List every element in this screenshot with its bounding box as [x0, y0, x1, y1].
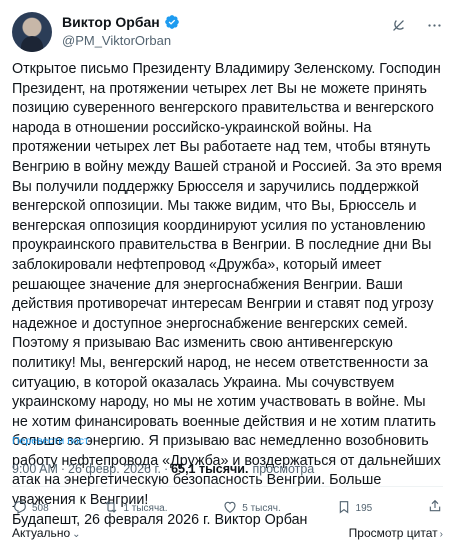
more-options-icon[interactable]: [425, 16, 443, 34]
views-count: 65,1 тысячи.: [171, 462, 249, 476]
avatar[interactable]: [12, 12, 52, 52]
repost-button[interactable]: 1 тысяча.: [103, 499, 168, 518]
like-button[interactable]: 5 тысяч.: [222, 499, 281, 518]
like-count: 5 тысяч.: [242, 502, 281, 514]
author-name-row: Виктор Орбан: [62, 14, 180, 30]
author-name[interactable]: Виктор Орбан: [62, 14, 160, 30]
post-meta: 9:00 AM · 26 февр. 2026 г. · 65,1 тысячи…: [12, 462, 314, 476]
grok-icon[interactable]: [389, 16, 407, 34]
translate-post-link[interactable]: Перевести пост: [12, 435, 89, 447]
post-footer: Актуально ⌄ Просмотр цитат ›: [12, 524, 443, 542]
reply-icon: [12, 499, 28, 518]
share-icon[interactable]: [427, 498, 443, 519]
reply-button[interactable]: 508: [12, 499, 49, 518]
views-label: просмотра: [252, 462, 315, 476]
bookmark-count: 195: [355, 502, 373, 514]
action-bar: 508 1 тысяча. 5 тысяч. 195: [12, 497, 443, 519]
post-header: Виктор Орбан @PM_ViktorOrban: [12, 12, 443, 52]
header-actions: [389, 16, 443, 34]
post-time[interactable]: 9:00 AM: [12, 462, 58, 476]
repost-icon: [103, 499, 119, 518]
author-handle[interactable]: @PM_ViktorOrban: [62, 33, 171, 48]
sort-label: Актуально: [12, 526, 71, 540]
divider: [12, 486, 443, 487]
meta-separator: ·: [164, 462, 169, 476]
post-date[interactable]: 26 февр. 2026 г.: [68, 462, 161, 476]
repost-count: 1 тысяча.: [123, 502, 168, 514]
reply-count: 508: [32, 502, 49, 514]
heart-icon: [222, 499, 238, 518]
bookmark-icon: [336, 499, 352, 518]
meta-separator: ·: [60, 462, 66, 476]
chevron-down-icon: ⌄: [72, 529, 81, 540]
post-text: Открытое письмо Президенту Владимиру Зел…: [12, 61, 443, 528]
action-bar-right: [427, 498, 443, 519]
quotes-label: Просмотр цитат: [348, 526, 438, 540]
chevron-right-icon: ›: [439, 529, 443, 540]
view-quotes-button[interactable]: Просмотр цитат ›: [349, 526, 443, 540]
verified-badge-icon: [164, 14, 180, 30]
sort-replies-dropdown[interactable]: Актуально ⌄: [12, 526, 81, 540]
bookmark-button[interactable]: 195: [336, 499, 373, 518]
